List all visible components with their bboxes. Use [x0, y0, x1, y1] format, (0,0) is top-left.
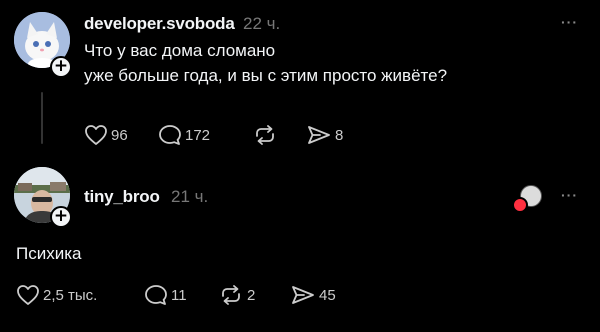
- comment-count: 11: [171, 286, 187, 304]
- share-button[interactable]: 8: [306, 124, 343, 146]
- post-text: Психика: [16, 244, 82, 263]
- share-button[interactable]: 45: [290, 284, 336, 306]
- comment-button[interactable]: 11: [144, 284, 187, 306]
- like-button[interactable]: 96: [84, 124, 128, 146]
- repost-arrows-icon: [222, 285, 240, 305]
- timestamp: 21 ч.: [171, 187, 209, 206]
- comment-bubble-icon: [145, 285, 167, 305]
- send-arrow-icon: [308, 126, 330, 144]
- username[interactable]: tiny_broo: [84, 187, 160, 207]
- heart-icon: [17, 285, 39, 305]
- repost-count: 2: [247, 286, 256, 304]
- repost-arrows-icon: [256, 125, 274, 145]
- like-count: 2,5 тыс.: [43, 286, 98, 304]
- thread-line: [41, 92, 43, 144]
- follow-plus-icon[interactable]: +: [50, 206, 72, 228]
- post-text: Что у вас дома сломано уже больше года, …: [84, 41, 448, 85]
- heart-icon: [85, 125, 107, 145]
- comment-bubble-icon: [159, 125, 181, 145]
- more-dots-icon[interactable]: ···: [561, 187, 578, 203]
- timestamp: 22 ч.: [243, 14, 281, 33]
- repost-button[interactable]: [252, 124, 281, 146]
- comment-count: 172: [185, 126, 211, 144]
- send-arrow-icon: [292, 286, 314, 304]
- post-tiny-broo: + tiny_broo 21 ч. ··· Психика 2,5 тыс. 1…: [0, 165, 600, 332]
- username[interactable]: developer.svoboda: [84, 14, 235, 34]
- follow-plus-icon[interactable]: +: [50, 56, 72, 78]
- like-button[interactable]: 2,5 тыс.: [16, 284, 97, 306]
- share-count: 45: [319, 286, 336, 304]
- comment-button[interactable]: 172: [158, 124, 210, 146]
- like-count: 96: [111, 126, 128, 144]
- repost-button[interactable]: 2: [218, 284, 255, 306]
- heart-badge-icon: [512, 197, 528, 213]
- more-dots-icon[interactable]: ···: [561, 14, 578, 30]
- share-count: 8: [335, 126, 344, 144]
- post-developer-svoboda: + developer.svoboda 22 ч. ··· Что у вас …: [0, 0, 600, 165]
